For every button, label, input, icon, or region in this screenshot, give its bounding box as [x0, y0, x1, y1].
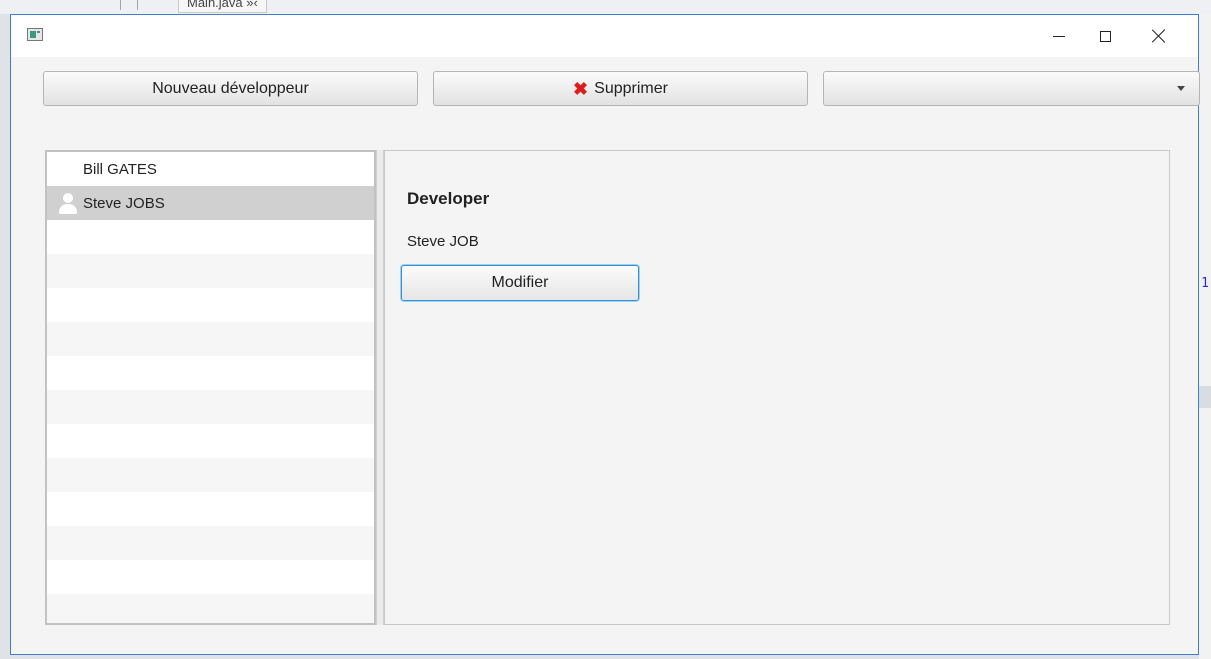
delete-button[interactable]: ✖ Supprimer [433, 71, 808, 106]
empty-list-row [47, 526, 374, 560]
user-icon [57, 192, 79, 214]
new-developer-button[interactable]: Nouveau développeur [43, 71, 418, 106]
empty-list-row [47, 390, 374, 424]
split-pane-divider[interactable] [376, 150, 384, 625]
background-divider [120, 0, 121, 10]
delete-label: Supprimer [594, 79, 668, 97]
app-icon[interactable] [27, 28, 43, 41]
red-x-icon: ✖ [573, 78, 589, 99]
developer-name: Steve JOB [407, 233, 479, 250]
modify-label: Modifier [491, 274, 549, 291]
minimize-icon [1053, 35, 1065, 37]
empty-list-row [47, 594, 374, 623]
new-developer-label: Nouveau développeur [152, 79, 309, 97]
background-divider [137, 0, 138, 10]
empty-list-row [47, 424, 374, 458]
empty-list-row [47, 458, 374, 492]
empty-list-row [47, 356, 374, 390]
detail-heading: Developer [407, 189, 490, 208]
list-item-label: Steve JOBS [83, 194, 165, 212]
background-editor-edge [1199, 14, 1211, 659]
chevron-down-icon [1177, 86, 1185, 91]
list-item[interactable]: Bill GATES [47, 152, 374, 186]
empty-list-row [47, 220, 374, 254]
empty-list-row [47, 492, 374, 526]
background-ide-tab: Main.java »‹ [178, 0, 267, 13]
background-editor-band [1199, 386, 1211, 408]
empty-list-row [47, 288, 374, 322]
developer-select[interactable] [823, 71, 1200, 106]
background-editor-char: 1 [1201, 276, 1209, 291]
empty-list-row [47, 254, 374, 288]
background-ide-tab-label: Main.java [187, 0, 243, 10]
app-window: Nouveau développeur ✖ Supprimer Bill GAT… [10, 14, 1200, 655]
close-button[interactable] [1136, 15, 1182, 57]
developer-detail-panel: Developer Steve JOB Modifier [384, 150, 1170, 625]
minimize-button[interactable] [1036, 15, 1082, 57]
list-item[interactable]: Steve JOBS [47, 186, 374, 220]
list-item-label: Bill GATES [83, 160, 157, 178]
modify-button[interactable]: Modifier [401, 265, 639, 301]
title-bar[interactable] [11, 15, 1198, 57]
maximize-icon [1099, 30, 1111, 42]
developer-list[interactable]: Bill GATES Steve JOBS [45, 150, 376, 625]
close-icon [1152, 29, 1166, 43]
background-ide-tab-suffix: »‹ [246, 0, 258, 10]
maximize-button[interactable] [1082, 15, 1128, 57]
empty-list-row [47, 322, 374, 356]
empty-list-row [47, 560, 374, 594]
